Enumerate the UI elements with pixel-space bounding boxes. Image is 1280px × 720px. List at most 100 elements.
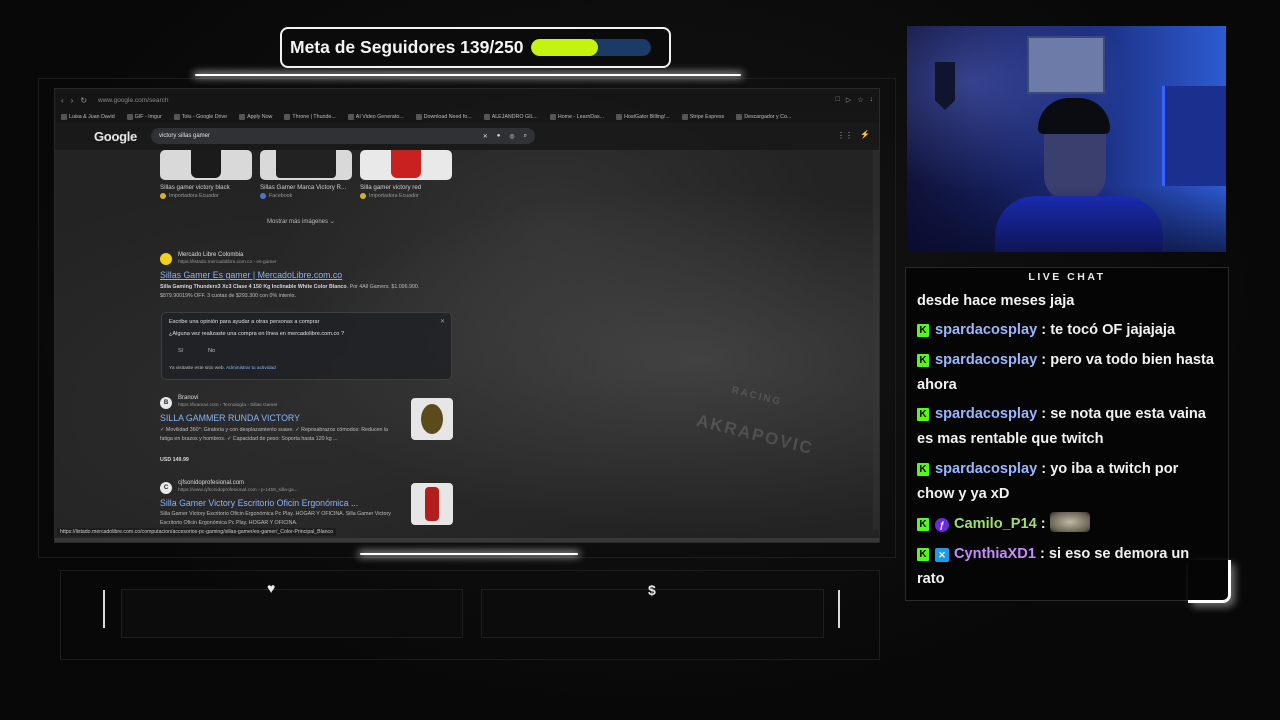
bookmark-favicon-icon: [173, 114, 180, 120]
clear-icon[interactable]: ✕: [483, 133, 488, 140]
subscriber-badge-icon: ƒ: [935, 518, 949, 532]
follower-goal-fill: [531, 39, 599, 56]
heart-icon: ♥: [267, 580, 276, 596]
search-query: victory sillas gamer: [159, 133, 211, 139]
image-source: Facebook: [260, 193, 292, 199]
chat-text: :: [1036, 516, 1050, 532]
result-thumbnail[interactable]: [411, 483, 453, 525]
result-snippet: Silla Gaming Thunderx3 Xc3 Clase 4 150 K…: [160, 284, 420, 300]
toolbar-icons: □ ▷ ☆ ↓: [836, 96, 873, 104]
chat-username[interactable]: spardacosplay: [935, 322, 1037, 338]
result-url: https://branovi.com › Tecnología › Silla…: [178, 403, 278, 408]
bookmark-item[interactable]: Luisa & Juan David: [61, 114, 115, 120]
chat-username[interactable]: spardacosplay: [935, 461, 1037, 477]
feedback-no-button[interactable]: No: [208, 348, 215, 354]
feedback-yes-button[interactable]: Sí: [178, 348, 183, 354]
image-caption[interactable]: Sillas Gamer Marca Victory R...: [260, 184, 346, 191]
bookmark-item[interactable]: GIF - Imgur: [126, 114, 162, 120]
bookmark-favicon-icon: [549, 114, 556, 120]
browser-toolbar: ‹ › ↻ www.google.com/search □ ▷ ☆ ↓: [55, 89, 879, 111]
kick-badge-icon: K: [917, 463, 929, 476]
image-caption[interactable]: Silla gamer victory red: [360, 184, 421, 191]
chat-username[interactable]: spardacosplay: [935, 352, 1037, 368]
search-icon[interactable]: ⌕: [524, 133, 527, 140]
result-title-link[interactable]: SILLA GAMMER RUNDA VICTORY: [160, 413, 300, 423]
bookmark-favicon-icon: [681, 114, 688, 120]
bookmark-item[interactable]: ALEJANDRO GIL...: [483, 114, 538, 120]
address-bar[interactable]: www.google.com/search: [98, 97, 168, 104]
dollar-icon: $: [648, 582, 656, 598]
result-title-link[interactable]: Sillas Gamer Es gamer | MercadoLibre.com…: [160, 270, 342, 280]
taskbar-strip: [55, 538, 879, 542]
bookmark-favicon-icon: [616, 114, 623, 120]
bookmark-item[interactable]: Download Need fo...: [415, 114, 472, 120]
chat-message: desde hace meses jaja: [917, 289, 1215, 314]
glow-accent: [360, 553, 578, 555]
webcam-feed: [907, 26, 1226, 252]
play-icon[interactable]: ▷: [846, 96, 851, 104]
search-input[interactable]: victory sillas gamer ✕ ● ◎ ⌕: [151, 128, 535, 144]
kick-badge-icon: K: [917, 354, 929, 367]
apps-grid-icon[interactable]: ⋮⋮: [837, 131, 853, 140]
result-snippet: ✓ Movilidad 360°: Giratoria y con despla…: [160, 427, 388, 443]
google-logo[interactable]: Google: [94, 129, 137, 144]
bookmark-favicon-icon: [239, 114, 246, 120]
chat-username[interactable]: Camilo_P14: [954, 516, 1037, 532]
bookmark-item[interactable]: Descargador y Co...: [736, 114, 791, 120]
kick-badge-icon: K: [917, 518, 929, 531]
panel-divider: [103, 590, 105, 628]
panel-left: [121, 589, 463, 638]
more-images-link[interactable]: Mostrar más imágenes ⌄: [267, 218, 335, 225]
image-result[interactable]: [360, 150, 452, 180]
chat-username[interactable]: spardacosplay: [935, 406, 1037, 422]
result-thumbnail[interactable]: [411, 398, 453, 440]
chat-text: desde hace meses jaja: [917, 293, 1075, 309]
reload-icon[interactable]: ↻: [80, 96, 87, 105]
bookmark-favicon-icon: [415, 114, 422, 120]
chat-message: Kspardacosplay : pero va todo bien hasta…: [917, 348, 1215, 397]
bookmark-item[interactable]: Throne | Thunde...: [284, 114, 336, 120]
bookmark-item[interactable]: Tolu - Google Drive: [173, 114, 227, 120]
image-result[interactable]: [260, 150, 352, 180]
mic-icon[interactable]: ●: [497, 133, 501, 140]
bookmark-item[interactable]: Stripe Express: [681, 114, 724, 120]
bookmark-favicon-icon: [347, 114, 354, 120]
bookmarks-bar: Luisa & Juan David GIF - Imgur Tolu - Goog…: [55, 111, 879, 123]
wall-banner: [935, 62, 955, 110]
lightning-icon[interactable]: ⚡: [860, 130, 870, 139]
bookmark-favicon-icon: [483, 114, 490, 120]
chat-username[interactable]: CynthiaXD1: [954, 546, 1036, 562]
image-source: Importadora Ecuador: [160, 193, 219, 199]
result-title-link[interactable]: Silla Gamer Victory Escritorio Oficin Er…: [160, 498, 358, 508]
bookmark-favicon-icon: [126, 114, 133, 120]
site-favicon: [160, 253, 172, 265]
image-result[interactable]: [160, 150, 252, 180]
panel-divider: [838, 590, 840, 628]
back-icon[interactable]: ‹: [61, 96, 64, 105]
bookmark-item[interactable]: Apply Now: [239, 114, 272, 120]
lens-icon[interactable]: ◎: [509, 133, 514, 140]
wall-poster: [1027, 36, 1105, 94]
bookmark-star-icon[interactable]: ☆: [857, 96, 863, 104]
site-favicon: B: [160, 397, 172, 409]
shelf: [1162, 86, 1226, 186]
image-caption[interactable]: Sillas gamer victory black: [160, 184, 230, 191]
gifter-badge-icon: ✕: [935, 548, 949, 562]
result-site-name: Branovi: [178, 395, 199, 401]
kick-badge-icon: K: [917, 324, 929, 337]
bookmark-item[interactable]: HostGator Billing!...: [616, 114, 670, 120]
bookmark-favicon-icon: [284, 114, 291, 120]
bookmark-item[interactable]: Home - LearnDas...: [549, 114, 604, 120]
browser-capture: RACING AKRAPOVIC ‹ › ↻ www.google.com/se…: [54, 88, 880, 543]
download-icon[interactable]: ↓: [870, 96, 874, 104]
close-icon[interactable]: ✕: [440, 318, 445, 325]
forward-icon[interactable]: ›: [71, 96, 74, 105]
bookmark-item[interactable]: AI Video Generato...: [347, 114, 404, 120]
extension-icon[interactable]: □: [836, 96, 840, 104]
scrollbar[interactable]: [873, 150, 879, 530]
site-favicon: C: [160, 482, 172, 494]
follower-goal-bar: [531, 39, 652, 56]
chat-message: Kspardacosplay : te tocó OF jajajaja: [917, 318, 1215, 343]
manage-activity-link[interactable]: Administrar tu actividad: [226, 366, 276, 371]
kick-badge-icon: K: [917, 408, 929, 421]
